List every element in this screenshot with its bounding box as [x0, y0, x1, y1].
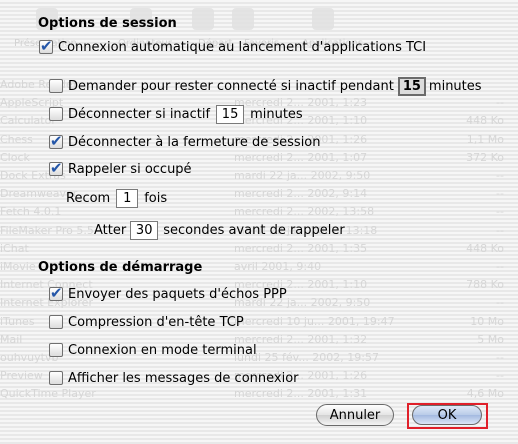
tcp-compression-option[interactable]: Compression d'en-tête TCP	[49, 313, 244, 331]
tcp-compression-checkbox[interactable]	[49, 315, 63, 329]
ppp-echo-option[interactable]: Envoyer des paquets d'échos PPP	[49, 284, 287, 303]
redial-wait-unit: secondes avant de rappeler	[163, 222, 345, 238]
redial-wait-field[interactable]: 30	[130, 220, 159, 240]
cancel-button[interactable]: Annuler	[316, 404, 394, 426]
terminal-mode-label: Connexion en mode terminal	[68, 342, 257, 358]
connection-options-dialog: Options de session Connexion automatique…	[0, 0, 518, 444]
show-messages-checkbox[interactable]	[49, 371, 63, 385]
redial-count-unit: fois	[144, 190, 168, 206]
disconnect-logout-checkbox[interactable]	[49, 132, 63, 150]
session-options-title: Options de session	[38, 16, 177, 31]
disconnect-idle-minutes-unit: minutes	[250, 106, 303, 122]
auto-connect-option[interactable]: Connexion automatique au lancement d'app…	[39, 37, 427, 56]
redial-count-label: Recom	[66, 190, 111, 206]
ask-stay-connected-checkbox[interactable]	[49, 79, 63, 93]
redial-option[interactable]: Rappeler si occupé	[49, 159, 192, 178]
ask-stay-connected-label: Demander pour rester connecté si inactif…	[68, 78, 394, 94]
disconnect-logout-label: Déconnecter à la fermeture de session	[68, 134, 321, 150]
redial-count-field[interactable]: 1	[116, 188, 139, 208]
redial-label: Rappeler si occupé	[68, 161, 192, 177]
terminal-mode-option[interactable]: Connexion en mode terminal	[49, 341, 257, 359]
auto-connect-label: Connexion automatique au lancement d'app…	[58, 39, 427, 55]
disconnect-logout-option[interactable]: Déconnecter à la fermeture de session	[49, 132, 321, 151]
tcp-compression-label: Compression d'en-tête TCP	[68, 314, 244, 330]
auto-connect-checkbox[interactable]	[39, 37, 53, 55]
redial-checkbox[interactable]	[49, 159, 63, 177]
disconnect-idle-checkbox[interactable]	[49, 107, 63, 121]
disconnect-idle-option[interactable]: Déconnecter si inactif 15 minutes	[49, 104, 303, 124]
redial-wait-row: Atter 30 secondes avant de rappeler	[94, 220, 345, 240]
ok-button[interactable]: OK	[412, 405, 482, 425]
show-messages-label: Afficher les messages de connexior	[68, 370, 299, 386]
ask-stay-connected-option[interactable]: Demander pour rester connecté si inactif…	[49, 76, 482, 96]
redial-count-row: Recom 1 fois	[66, 188, 167, 208]
ppp-echo-checkbox[interactable]	[49, 284, 63, 302]
ask-stay-minutes-unit: minutes	[428, 78, 482, 94]
startup-options-title: Options de démarrage	[38, 260, 203, 275]
ask-stay-minutes-field[interactable]: 15	[397, 76, 426, 96]
terminal-mode-checkbox[interactable]	[49, 343, 63, 357]
ppp-echo-label: Envoyer des paquets d'échos PPP	[68, 286, 287, 302]
show-messages-option[interactable]: Afficher les messages de connexior	[49, 369, 299, 387]
disconnect-idle-label: Déconnecter si inactif	[68, 106, 211, 122]
redial-wait-label: Atter	[94, 222, 127, 238]
disconnect-idle-minutes-field[interactable]: 15	[216, 104, 245, 124]
